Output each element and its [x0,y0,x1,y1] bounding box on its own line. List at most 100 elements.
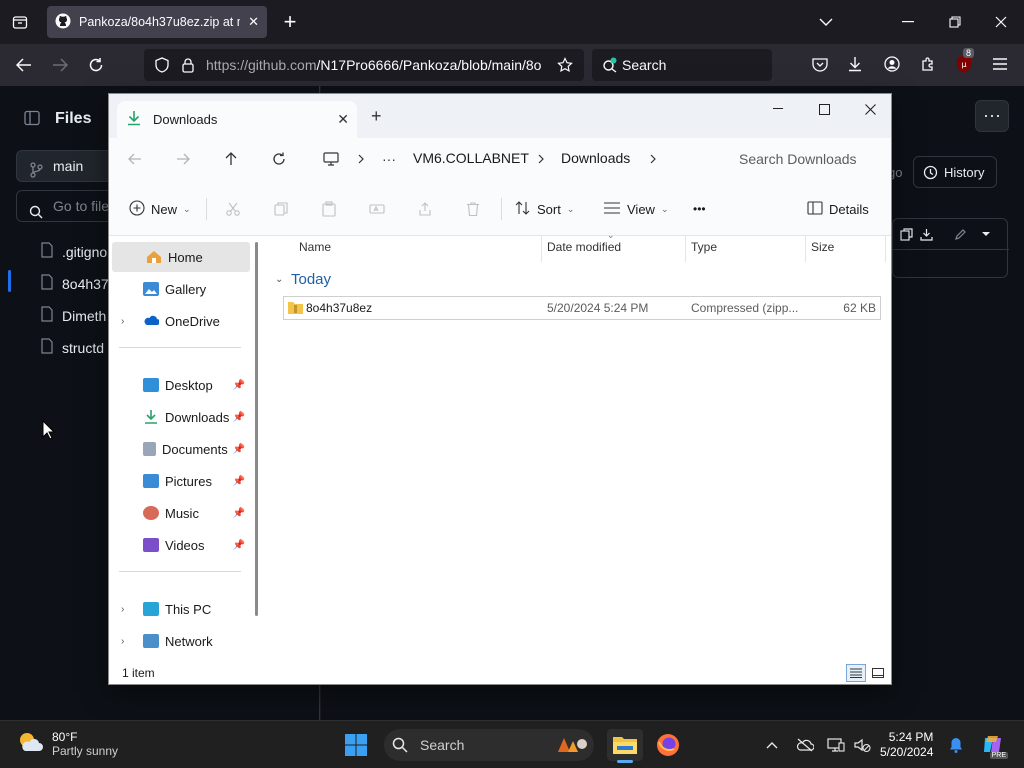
explorer-search-input[interactable]: Search Downloads [723,142,891,176]
taskbar-search-box[interactable]: Search [384,729,594,761]
copilot-icon[interactable]: PRE [980,735,1008,759]
explorer-refresh-icon[interactable] [265,149,293,169]
search-engine-icon[interactable] [600,55,620,75]
volume-muted-icon[interactable] [852,735,872,755]
explorer-maximize-icon[interactable] [801,98,847,120]
nav-pane-scrollbar[interactable] [255,242,258,616]
details-pane-button[interactable]: Details [807,197,869,221]
this-pc-monitor-icon[interactable] [317,149,345,169]
account-icon[interactable] [882,54,902,74]
share-icon[interactable] [417,197,433,221]
nav-item-videos[interactable]: Videos 📌 [109,530,247,560]
show-hidden-icons-chevron-icon[interactable] [762,735,782,755]
explorer-close-icon[interactable] [847,98,893,120]
explorer-up-icon[interactable] [217,149,245,169]
restore-window-icon[interactable] [943,12,967,32]
delete-icon[interactable] [465,197,481,221]
explorer-new-tab-button[interactable]: + [371,106,382,127]
column-header-name[interactable]: Name [299,240,331,254]
ublock-origin-icon[interactable]: μ 8 [953,48,975,75]
downloads-icon[interactable] [845,54,865,74]
extensions-puzzle-icon[interactable] [918,54,938,74]
explorer-minimize-icon[interactable] [755,98,801,120]
start-windows-icon[interactable] [338,729,374,761]
weather-widget[interactable]: 80°F Partly sunny [16,729,118,758]
nav-item-downloads[interactable]: Downloads 📌 [109,402,247,432]
tab-overflow-chevron-icon[interactable] [814,12,838,32]
new-button[interactable]: New ⌄ [129,197,191,221]
nav-item-music[interactable]: Music 📌 [109,498,247,528]
copy-icon[interactable] [273,197,289,221]
pin-icon[interactable]: 📌 [233,412,245,423]
breadcrumb-overflow-icon[interactable]: ··· [375,149,403,169]
details-view-icon[interactable] [846,664,866,682]
breadcrumb-separator-icon[interactable] [347,149,375,169]
explorer-forward-icon[interactable] [169,149,197,169]
breadcrumb-separator-icon[interactable] [639,149,667,169]
explorer-back-icon[interactable] [121,149,149,169]
group-collapse-chevron-icon[interactable]: ⌄ [275,274,283,285]
app-menu-hamburger-icon[interactable] [990,54,1010,74]
pin-icon[interactable]: 📌 [233,380,245,391]
sidebar-collapse-icon[interactable] [22,108,42,128]
nav-item-onedrive[interactable]: › OneDrive [109,306,247,336]
paste-icon[interactable] [321,197,337,221]
nav-item-pictures[interactable]: Pictures 📌 [109,466,247,496]
edit-pencil-icon[interactable] [947,223,973,245]
view-button[interactable]: View ⌄ [603,197,669,221]
new-tab-button[interactable]: + [278,8,302,36]
column-header-type[interactable]: Type [691,240,717,254]
notification-bell-icon[interactable] [946,735,966,755]
close-window-icon[interactable] [989,12,1013,32]
nav-item-this-pc[interactable]: › This PC [109,594,247,624]
tab-close-icon[interactable]: ✕ [248,14,259,30]
history-button[interactable]: History [913,156,997,188]
pin-icon[interactable]: 📌 [233,476,245,487]
nav-item-gallery[interactable]: Gallery [109,274,247,304]
url-text[interactable]: https://github.com/N17Pro6666/Pankoza/bl… [206,57,546,73]
reload-icon[interactable] [84,54,108,76]
explorer-tab-close-icon[interactable]: ✕ [337,111,349,128]
group-header-today[interactable]: Today [291,271,331,288]
nav-item-desktop[interactable]: Desktop 📌 [109,370,247,400]
column-header-size[interactable]: Size [811,240,834,254]
nav-item-home[interactable]: Home [112,242,250,272]
firefox-taskbar-icon[interactable] [650,729,686,761]
nav-item-network[interactable]: › Network [109,626,247,656]
explorer-tab-downloads[interactable]: Downloads ✕ [117,101,357,138]
expand-chevron-icon[interactable]: › [121,636,124,647]
onedrive-offline-icon[interactable] [795,735,815,755]
pin-icon[interactable]: 📌 [233,508,245,519]
bookmark-star-icon[interactable] [554,55,576,75]
taskbar-clock[interactable]: 5:24 PM 5/20/2024 [880,730,933,760]
cut-icon[interactable] [225,197,241,221]
forward-arrow-icon[interactable] [48,54,72,76]
nav-item-documents[interactable]: Documents 📌 [109,434,247,464]
pocket-icon[interactable] [810,54,830,74]
file-tree-item[interactable]: .gitigno [40,242,107,261]
address-bar[interactable]: https://github.com/N17Pro6666/Pankoza/bl… [144,49,584,81]
file-explorer-taskbar-icon[interactable] [607,729,643,763]
github-more-options-button[interactable]: ··· [975,100,1009,132]
more-options-button[interactable]: ••• [693,197,706,221]
download-raw-icon[interactable] [913,223,939,245]
rename-icon[interactable] [369,197,385,221]
back-arrow-icon[interactable] [12,54,36,76]
column-header-date[interactable]: Date modified [547,240,621,254]
edit-dropdown-caret-icon[interactable] [973,223,999,245]
file-tree-item[interactable]: structd [40,338,104,357]
expand-chevron-icon[interactable]: › [121,604,124,615]
sort-button[interactable]: Sort ⌄ [515,197,574,221]
pin-icon[interactable]: 📌 [233,540,245,551]
tiles-view-icon[interactable] [868,664,888,682]
tracking-protection-shield-icon[interactable] [152,55,172,75]
lock-icon[interactable] [178,55,198,75]
breadcrumb-item-vm6[interactable]: VM6.COLLABNET [413,150,529,166]
expand-chevron-icon[interactable]: › [121,316,124,327]
pin-icon[interactable]: 📌 [233,444,245,455]
file-row[interactable]: 8o4h37u8ez 5/20/2024 5:24 PM Compressed … [283,296,881,320]
browser-search-box[interactable]: Search [592,49,772,81]
breadcrumb-separator-icon[interactable] [527,149,555,169]
list-all-tabs-icon[interactable] [8,10,32,34]
minimize-window-icon[interactable] [896,12,920,32]
